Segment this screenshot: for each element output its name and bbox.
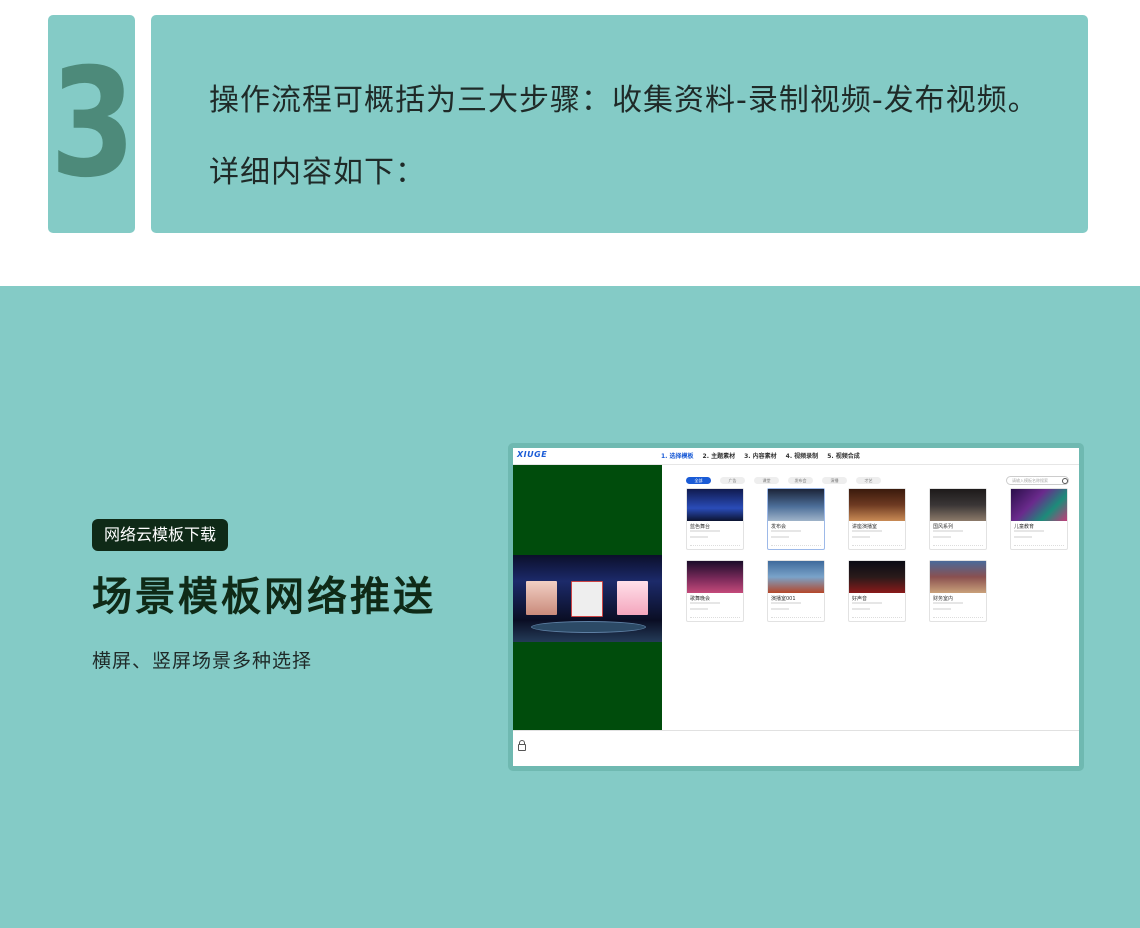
template-name: 蓝色舞台 [690, 524, 711, 530]
card-footer [933, 545, 983, 548]
lock-icon[interactable] [518, 740, 526, 751]
card-footer [690, 545, 740, 548]
template-thumbnail [768, 489, 824, 521]
template-name: 好声音 [852, 596, 868, 602]
card-meta-line [852, 608, 870, 610]
card-meta-line [1014, 536, 1032, 538]
card-meta-line [771, 530, 801, 532]
step-tab-4[interactable]: 4. 视频录制 [786, 451, 819, 460]
template-preview [513, 465, 662, 730]
card-meta-line [852, 602, 882, 604]
feature-description: 横屏、竖屏场景多种选择 [92, 650, 313, 672]
stage-floor [531, 621, 646, 633]
filter-chip-launch[interactable]: 发布会 [788, 477, 813, 484]
template-card[interactable]: 好声音 [848, 560, 906, 622]
card-meta-line [771, 608, 789, 610]
card-meta-line [852, 530, 882, 532]
filter-chips: 全部 广告 课堂 发布会 演播 才艺 [686, 477, 881, 484]
step-number: 3 [50, 37, 136, 211]
app-topbar: XIUGE 1. 选择模板 2. 主题素材 3. 内容素材 4. 视频录制 5.… [513, 448, 1079, 465]
card-footer [933, 617, 983, 620]
template-card[interactable]: 儿童教育 [1010, 488, 1068, 550]
intro-line-2: 详细内容如下： [209, 155, 426, 190]
template-name: 发布会 [771, 524, 787, 530]
template-thumbnail [768, 561, 824, 593]
card-meta-line [690, 536, 708, 538]
stage-preview-image [513, 555, 662, 642]
template-card[interactable]: 歌舞晚会 [686, 560, 744, 622]
template-name: 歌舞晚会 [690, 596, 711, 602]
feature-tag: 网络云模板下载 [92, 519, 229, 551]
stage-screen-center [571, 581, 603, 617]
template-thumbnail [849, 561, 905, 593]
card-footer [1014, 545, 1064, 548]
template-name: 国风系列 [933, 524, 954, 530]
card-meta-line [933, 530, 963, 532]
card-meta-line [933, 602, 963, 604]
filter-chip-ad[interactable]: 广告 [720, 477, 745, 484]
search-icon[interactable] [1062, 478, 1068, 484]
template-name: 儿童教育 [1014, 524, 1035, 530]
card-footer [771, 617, 821, 620]
stage-screen-right [617, 581, 648, 615]
card-footer [690, 617, 740, 620]
template-thumbnail [687, 561, 743, 593]
card-meta-line [690, 530, 720, 532]
template-card[interactable]: 财务室内 [929, 560, 987, 622]
card-footer [852, 617, 902, 620]
stage-screen-left [526, 581, 557, 615]
filter-chip-all[interactable]: 全部 [686, 477, 711, 484]
step-tab-2[interactable]: 2. 主题素材 [703, 451, 736, 460]
template-thumbnail [930, 561, 986, 593]
card-footer [771, 545, 821, 548]
card-meta-line [933, 608, 951, 610]
step-tabs: 1. 选择模板 2. 主题素材 3. 内容素材 4. 视频录制 5. 视频合成 [661, 451, 860, 460]
step-tab-5[interactable]: 5. 视频合成 [827, 451, 860, 460]
template-search-input[interactable]: 请输入模板名称搜索 [1006, 476, 1069, 485]
template-thumbnail [1011, 489, 1067, 521]
template-thumbnail [930, 489, 986, 521]
step-badge: 3 [48, 15, 136, 233]
card-meta-line [852, 536, 870, 538]
intro-line-1: 操作流程可概括为三大步骤：收集资料-录制视频-发布视频。 [209, 83, 1039, 118]
template-card[interactable]: 蓝色舞台 [686, 488, 744, 550]
step-tab-1[interactable]: 1. 选择模板 [661, 451, 694, 460]
template-thumbnail [687, 489, 743, 521]
card-meta-line [690, 602, 720, 604]
filter-chip-class[interactable]: 课堂 [754, 477, 779, 484]
feature-title: 场景模板网络推送 [92, 574, 436, 620]
template-card[interactable]: 演播室001 [767, 560, 825, 622]
intro-card: 操作流程可概括为三大步骤：收集资料-录制视频-发布视频。 详细内容如下： [151, 15, 1088, 233]
card-meta-line [1014, 530, 1044, 532]
card-meta-line [933, 536, 951, 538]
filter-chip-studio[interactable]: 演播 [822, 477, 847, 484]
filter-chip-talent[interactable]: 才艺 [856, 477, 881, 484]
card-meta-line [690, 608, 708, 610]
card-meta-line [771, 536, 789, 538]
step-tab-3[interactable]: 3. 内容素材 [744, 451, 777, 460]
template-thumbnail [849, 489, 905, 521]
template-card[interactable]: 发布会 [767, 488, 825, 550]
template-name: 讲座演播室 [852, 524, 878, 530]
template-name: 演播室001 [771, 596, 796, 602]
app-window: XIUGE 1. 选择模板 2. 主题素材 3. 内容素材 4. 视频录制 5.… [513, 448, 1079, 766]
app-logo: XIUGE [517, 450, 548, 459]
app-bottom-bar [513, 730, 1079, 766]
feature-section: 网络云模板下载 场景模板网络推送 横屏、竖屏场景多种选择 XIUGE 1. 选择… [0, 286, 1140, 928]
app-screenshot-frame: XIUGE 1. 选择模板 2. 主题素材 3. 内容素材 4. 视频录制 5.… [508, 443, 1084, 771]
template-card[interactable]: 国风系列 [929, 488, 987, 550]
card-meta-line [771, 602, 801, 604]
card-footer [852, 545, 902, 548]
template-name: 财务室内 [933, 596, 954, 602]
template-card[interactable]: 讲座演播室 [848, 488, 906, 550]
